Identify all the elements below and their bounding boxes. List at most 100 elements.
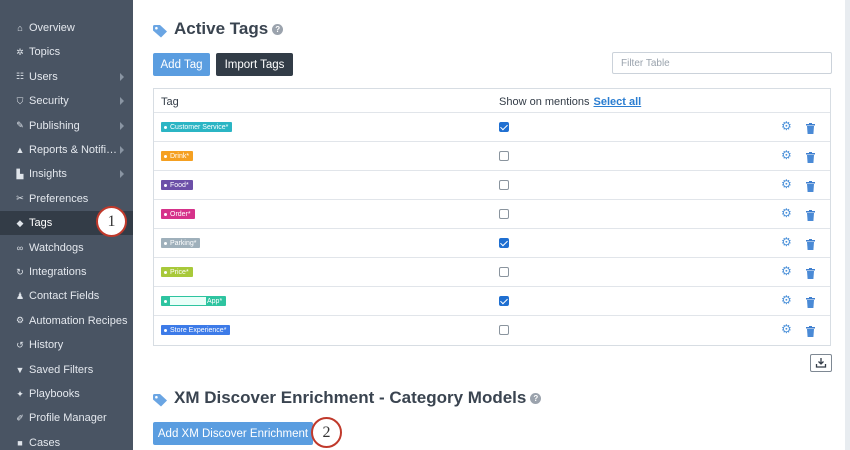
sidebar-item-label: Topics: [29, 46, 61, 59]
help-icon[interactable]: ?: [272, 23, 284, 35]
chart-icon: ▙: [16, 168, 24, 179]
show-on-mentions-checkbox[interactable]: [499, 325, 509, 335]
redacted-block: [170, 297, 206, 305]
column-header-tag: Tag: [161, 95, 179, 108]
active-tags-title-text: Active Tags: [174, 19, 269, 38]
select-all-link[interactable]: Select all: [594, 96, 642, 108]
sidebar-item-contact-fields[interactable]: ♟ Contact Fields: [0, 284, 133, 308]
tag-pill[interactable]: Order*: [161, 209, 195, 219]
table-row: Price* ⚙: [154, 257, 830, 286]
filter-table-input[interactable]: Filter Table: [612, 52, 832, 74]
tag-name: Store Experience*: [170, 326, 227, 334]
show-on-mentions-checkbox[interactable]: [499, 122, 509, 132]
gear-icon[interactable]: ⚙: [781, 120, 792, 132]
tag-pill[interactable]: Store Experience*: [161, 325, 231, 335]
sidebar-item-reports-notifi[interactable]: ▲ Reports & Notifi…: [0, 138, 133, 162]
history-icon: ↺: [16, 339, 24, 350]
sidebar-item-label: Insights: [29, 168, 67, 181]
table-row: Food* ⚙: [154, 170, 830, 199]
sidebar-item-automation-recipes[interactable]: ⚙ Automation Recipes: [0, 309, 133, 333]
trash-icon[interactable]: [806, 266, 815, 279]
tag-name: Price*: [170, 268, 189, 276]
gear-icon[interactable]: ⚙: [781, 323, 792, 335]
tag-pill[interactable]: App*: [161, 296, 227, 306]
recipes-icon: ⚙: [15, 315, 25, 326]
sidebar-item-users[interactable]: ☷ Users: [0, 65, 133, 89]
tag-icon: [153, 392, 168, 406]
sidebar-item-insights[interactable]: ▙ Insights: [0, 162, 133, 186]
sidebar-item-history[interactable]: ↺ History: [0, 333, 133, 357]
trash-icon[interactable]: [806, 295, 815, 308]
gear-icon[interactable]: ⚙: [781, 294, 792, 306]
sidebar-item-label: Watchdogs: [29, 241, 84, 254]
import-tags-button[interactable]: Import Tags: [216, 53, 293, 76]
sidebar-item-watchdogs[interactable]: ∞ Watchdogs: [0, 236, 133, 260]
sidebar-item-label: Users: [29, 70, 58, 83]
callout-badge-1: 1: [96, 206, 127, 237]
tag-name: App*: [207, 297, 223, 305]
playbook-icon: ✦: [16, 388, 24, 399]
gear-icon[interactable]: ⚙: [781, 149, 792, 161]
sidebar-item-label: Preferences: [29, 192, 89, 205]
bullet-icon: [164, 183, 167, 187]
tag-icon: ◆: [16, 217, 24, 228]
table-row: Store Experience* ⚙: [154, 315, 830, 344]
table-row: App* ⚙: [154, 286, 830, 315]
sidebar-item-label: Contact Fields: [29, 290, 100, 303]
gear-icon[interactable]: ⚙: [781, 265, 792, 277]
chevron-right-icon: [120, 97, 124, 106]
tag-pill[interactable]: Food*: [161, 180, 193, 190]
sidebar-item-label: Playbooks: [29, 388, 80, 400]
sidebar-item-security[interactable]: ⛉ Security: [0, 89, 133, 113]
show-on-mentions-checkbox[interactable]: [499, 209, 509, 219]
sidebar-item-label: Tags: [29, 217, 53, 230]
tag-pill[interactable]: Customer Service*: [161, 122, 233, 132]
export-button[interactable]: [810, 354, 832, 372]
show-on-mentions-checkbox[interactable]: [499, 238, 509, 248]
content-card: Active Tags ? Add Tag Import Tags Filter…: [133, 0, 845, 450]
tag-pill[interactable]: Price*: [161, 267, 193, 277]
sidebar-item-playbooks[interactable]: ✦ Playbooks: [0, 382, 133, 406]
download-icon: [815, 358, 827, 368]
person-icon: ♟: [15, 290, 25, 301]
sidebar-item-publishing[interactable]: ✎ Publishing: [0, 114, 133, 138]
add-xm-discover-enrichment-button[interactable]: Add XM Discover Enrichment: [153, 422, 313, 445]
bullet-icon: [164, 328, 167, 332]
show-on-mentions-checkbox[interactable]: [499, 151, 509, 161]
trash-icon[interactable]: [806, 208, 815, 221]
home-icon: ⌂: [17, 23, 23, 33]
show-on-mentions-checkbox[interactable]: [499, 180, 509, 190]
sidebar-item-integrations[interactable]: ↻ Integrations: [0, 260, 133, 284]
sidebar-item-profile-manager[interactable]: ✐ Profile Manager: [0, 406, 133, 430]
show-on-mentions-checkbox[interactable]: [499, 267, 509, 277]
trash-icon[interactable]: [806, 324, 815, 337]
help-icon[interactable]: ?: [530, 392, 542, 404]
trash-icon[interactable]: [806, 179, 815, 192]
sidebar-item-saved-filters[interactable]: ▼ Saved Filters: [0, 358, 133, 382]
trash-icon[interactable]: [806, 150, 815, 163]
topics-icon: ✲: [16, 46, 24, 57]
main-content: Active Tags ? Add Tag Import Tags Filter…: [133, 0, 850, 450]
sidebar-item-overview[interactable]: ⌂ Overview: [0, 16, 133, 40]
show-on-mentions-checkbox[interactable]: [499, 296, 509, 306]
add-tag-button[interactable]: Add Tag: [153, 53, 210, 76]
sidebar-item-label: Publishing: [29, 119, 80, 132]
tag-pill[interactable]: Drink*: [161, 151, 194, 161]
bullet-icon: [164, 212, 167, 216]
tag-name: Customer Service*: [170, 123, 229, 131]
tag-name: Order*: [170, 210, 191, 218]
show-on-mentions-label: Show on mentions: [499, 95, 590, 108]
gear-icon[interactable]: ⚙: [781, 236, 792, 248]
chevron-right-icon: [120, 146, 124, 154]
trash-icon[interactable]: [806, 237, 815, 250]
trash-icon[interactable]: [806, 121, 815, 134]
sidebar-item-topics[interactable]: ✲ Topics: [0, 40, 133, 64]
users-icon: ☷: [15, 71, 25, 82]
table-row: Order* ⚙: [154, 199, 830, 228]
tag-name: Parking*: [170, 239, 197, 247]
gear-icon[interactable]: ⚙: [781, 178, 792, 190]
sidebar-item-cases[interactable]: ■ Cases: [0, 431, 133, 450]
briefcase-icon: ■: [17, 437, 23, 448]
gear-icon[interactable]: ⚙: [781, 207, 792, 219]
tag-pill[interactable]: Parking*: [161, 238, 201, 248]
